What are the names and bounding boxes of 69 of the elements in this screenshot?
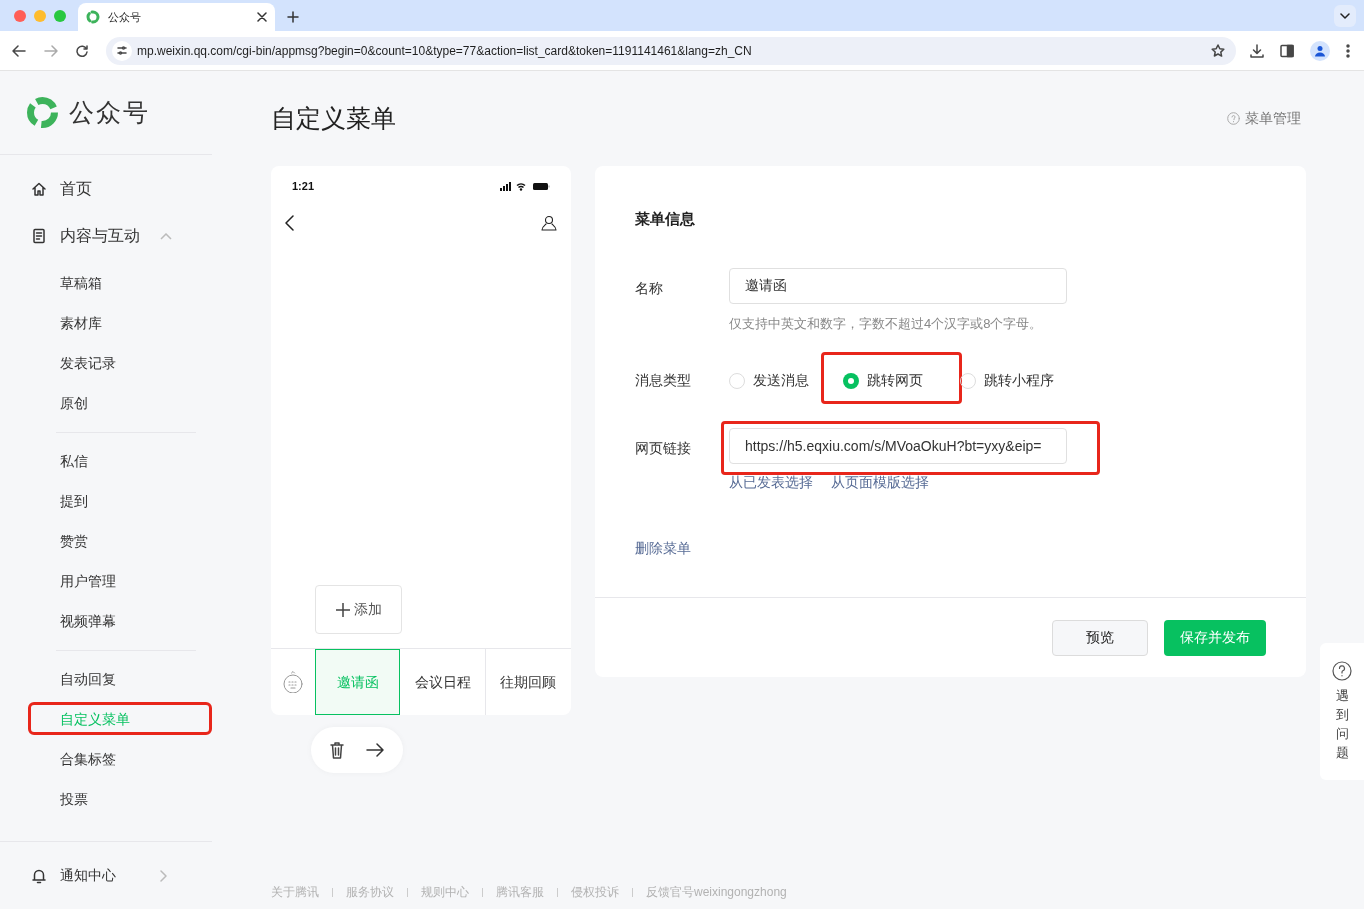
bell-icon <box>31 867 47 884</box>
nav-item[interactable]: 通知中心 <box>0 841 212 909</box>
chevron-right-icon <box>160 869 167 882</box>
back-icon[interactable] <box>12 44 26 57</box>
plus-icon[interactable] <box>287 11 299 23</box>
star-icon[interactable] <box>1211 43 1225 58</box>
question-icon[interactable] <box>1332 661 1352 681</box>
back-icon[interactable] <box>285 215 294 231</box>
delete-menu-link[interactable]: 删除菜单 <box>635 538 691 559</box>
close-icon[interactable] <box>257 12 267 22</box>
field-label: 名称 <box>635 278 664 298</box>
document-icon <box>31 228 47 244</box>
download-icon[interactable] <box>1250 43 1264 58</box>
side-panel-icon[interactable] <box>1280 43 1294 58</box>
nav-item[interactable]: 内容与互动 <box>0 216 212 256</box>
home-icon <box>31 181 47 197</box>
browser-tab[interactable]: 公众号 <box>78 3 275 31</box>
nav-subitem[interactable]: 发表记录 <box>60 352 116 374</box>
arrow-right-icon[interactable] <box>366 743 384 757</box>
reload-icon[interactable] <box>76 44 88 57</box>
logo-icon <box>26 96 59 129</box>
field-label: 网页链接 <box>635 439 692 458</box>
nav-subitem[interactable]: 原创 <box>60 392 88 414</box>
keyboard-icon[interactable] <box>283 671 303 693</box>
user-icon[interactable] <box>541 215 557 231</box>
plus-icon <box>335 602 350 617</box>
menu-tab[interactable]: 会议日程 <box>400 649 485 715</box>
page-title: 自定义菜单 <box>271 102 397 134</box>
name-field[interactable]: 邀请函 <box>729 267 1067 304</box>
tab-title: 公众号 <box>108 9 142 25</box>
address-bar[interactable]: mp.weixin.qq.com/cgi-bin/appmsg?begin=0&count=10&type=77&action=list_card&token=1191141461&lang=zh_CN <box>106 36 1236 65</box>
nav-subitem[interactable]: 自动回复 <box>60 668 116 690</box>
chevron-down-icon <box>1340 13 1350 19</box>
nav-subitem[interactable]: 素材库 <box>60 312 102 334</box>
preview-button[interactable]: 预览 <box>1052 619 1148 656</box>
nav-subitem[interactable]: 合集标签 <box>60 748 116 770</box>
hint-text: 仅支持中英文和数字，字数不超过4个汉字或8个字母。 <box>729 314 1044 333</box>
nav-subitem[interactable]: 赞赏 <box>60 530 88 552</box>
section-heading: 菜单信息 <box>635 209 696 229</box>
url-field[interactable]: https://h5.eqxiu.com/s/MVoaOkuH?bt=yxy&eip= <box>729 428 1067 464</box>
nav-subitem[interactable]: 提到 <box>60 490 88 512</box>
link[interactable]: 从已发表选择 <box>729 472 813 493</box>
question-icon <box>1227 112 1240 125</box>
status-icons <box>500 181 550 191</box>
radio-option[interactable]: 发送消息 <box>729 370 809 391</box>
nav-subitem[interactable]: 用户管理 <box>60 570 116 592</box>
logo-icon <box>86 10 100 24</box>
help-button[interactable]: 遇到问题 <box>1335 687 1349 763</box>
radio-option[interactable]: 跳转网页 <box>843 370 923 391</box>
tab-list-button[interactable] <box>1334 5 1356 27</box>
profile-icon[interactable] <box>1310 40 1330 61</box>
status-time: 1:21 <box>292 178 315 194</box>
field-label: 消息类型 <box>635 371 692 390</box>
menu-tab[interactable]: 往期回顾 <box>485 649 570 715</box>
more-icon[interactable] <box>1346 43 1350 58</box>
trash-icon[interactable] <box>330 741 344 759</box>
radio-option[interactable]: 跳转小程序 <box>960 370 1054 391</box>
nav-subitem[interactable]: 投票 <box>60 788 88 810</box>
sliders-icon <box>117 46 127 55</box>
add-button[interactable]: 添加 <box>315 585 402 634</box>
nav-item[interactable]: 首页 <box>0 169 212 209</box>
logo-text: 公众号 <box>69 96 150 128</box>
nav-subitem[interactable]: 私信 <box>60 450 88 472</box>
url-text: mp.weixin.qq.com/cgi-bin/appmsg?begin=0&count=10&type=77&action=list_card&token=1191141461&lang=zh_CN <box>137 42 752 60</box>
nav-subitem[interactable]: 草稿箱 <box>60 272 102 294</box>
link[interactable]: 从页面模版选择 <box>831 472 929 493</box>
nav-subitem[interactable]: 视频弹幕 <box>60 610 116 632</box>
site-settings-icon[interactable] <box>112 40 132 61</box>
help-link[interactable]: 菜单管理 <box>1227 108 1301 129</box>
